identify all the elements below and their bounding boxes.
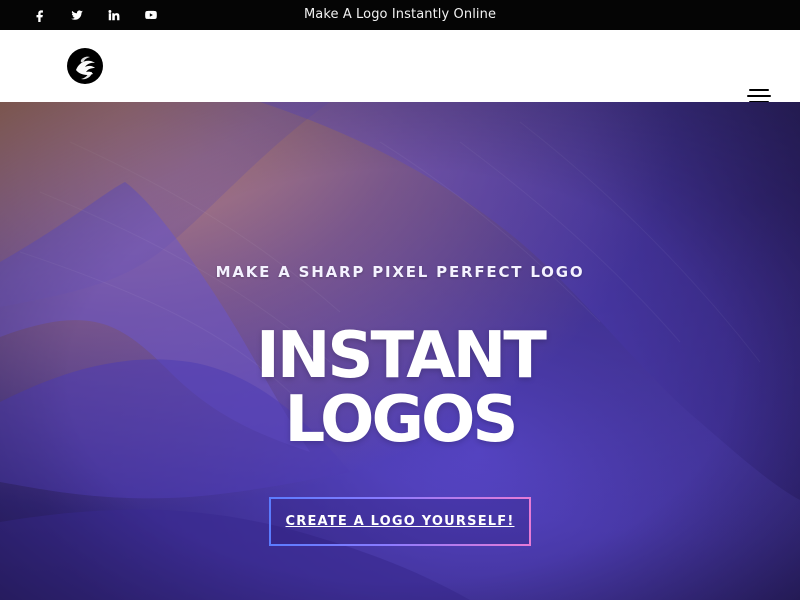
hero-section: MAKE A SHARP PIXEL PERFECT LOGO INSTANT …	[0, 102, 800, 600]
bird-logo-icon[interactable]	[66, 47, 104, 85]
top-bar: Make A Logo Instantly Online	[0, 0, 800, 30]
topbar-message: Make A Logo Instantly Online	[303, 7, 497, 22]
hero-content: MAKE A SHARP PIXEL PERFECT LOGO INSTANT …	[0, 102, 800, 600]
site-header	[0, 30, 800, 103]
hero-title-line-2: LOGOS	[284, 383, 519, 457]
hero-title-line-1: INSTANT	[256, 319, 547, 393]
hero-title: INSTANT LOGOS	[0, 324, 800, 452]
create-logo-button[interactable]: CREATE A LOGO YOURSELF!	[269, 497, 531, 546]
hero-subtitle: MAKE A SHARP PIXEL PERFECT LOGO	[215, 263, 585, 281]
